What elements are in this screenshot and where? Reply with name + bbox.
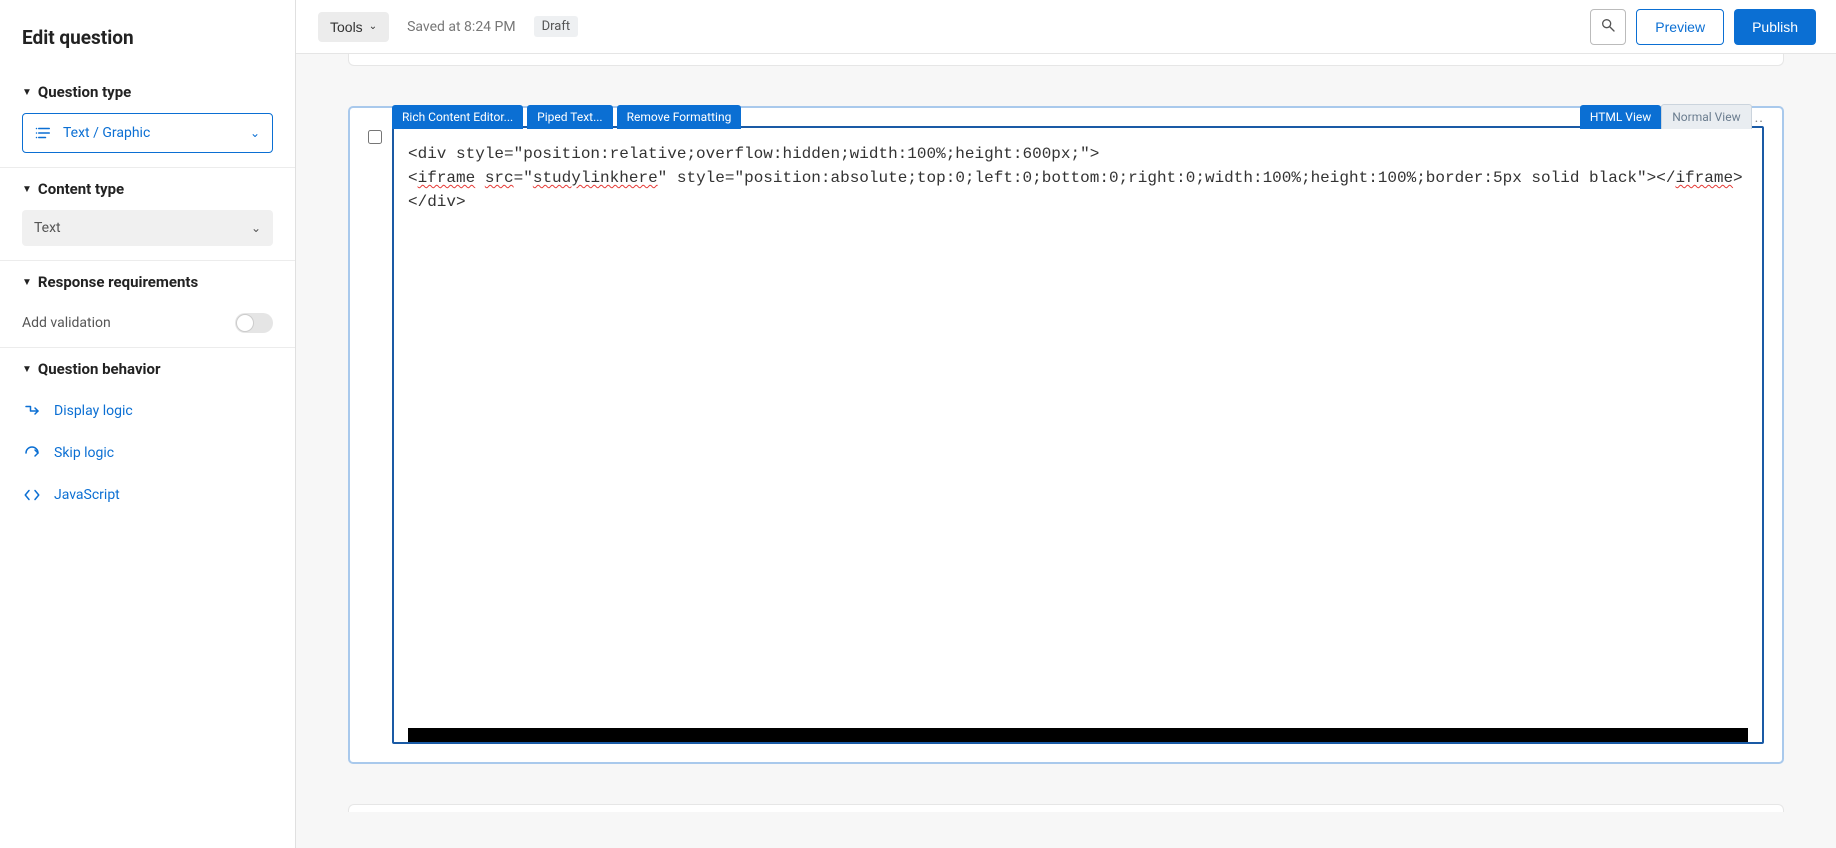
question-type-select[interactable]: Text / Graphic ⌄ [22, 113, 273, 153]
editor-frame: Rich Content Editor... Piped Text... Rem… [392, 126, 1764, 744]
page-title: Edit question [0, 26, 295, 71]
question-behavior-label: Question behavior [38, 360, 161, 378]
chevron-down-icon: ⌄ [369, 21, 377, 32]
editor-tabs: Rich Content Editor... Piped Text... Rem… [392, 104, 1764, 129]
add-validation-label: Add validation [22, 315, 111, 331]
code-text: > [1733, 169, 1743, 187]
code-text: iframe [1675, 169, 1733, 187]
skip-icon [22, 444, 42, 462]
content-type-heading[interactable]: ▼ Content type [22, 168, 273, 210]
content-type-select[interactable]: Text ⌄ [22, 210, 273, 246]
tab-rich-content-editor[interactable]: Rich Content Editor... [392, 105, 523, 129]
text-graphic-icon [35, 124, 53, 142]
toggle-knob [236, 314, 254, 332]
code-text: iframe [418, 169, 476, 187]
draft-badge: Draft [534, 16, 579, 37]
behavior-item-label: Display logic [54, 403, 133, 419]
code-text: src [485, 169, 514, 187]
question-behavior-heading[interactable]: ▼ Question behavior [22, 348, 273, 390]
chevron-down-icon: ▼ [22, 184, 32, 195]
question-card[interactable]: Rich Content Editor... Piped Text... Rem… [348, 106, 1784, 764]
publish-button[interactable]: Publish [1734, 9, 1816, 45]
code-text: =" [514, 169, 533, 187]
tools-button[interactable]: Tools ⌄ [318, 12, 389, 42]
chevron-down-icon: ⌄ [251, 221, 261, 235]
code-text: < [408, 169, 418, 187]
content-type-value: Text [34, 220, 61, 236]
chevron-down-icon: ▼ [22, 87, 32, 98]
branch-icon [22, 402, 42, 420]
code-text [475, 169, 485, 187]
code-text: " style="position:absolute;top:0;left:0;… [658, 169, 1676, 187]
question-select-checkbox[interactable] [368, 130, 382, 144]
add-validation-toggle[interactable] [235, 313, 273, 333]
display-logic-link[interactable]: Display logic [22, 390, 273, 432]
saved-text: Saved at 8:24 PM [407, 19, 516, 35]
canvas: Rich Content Editor... Piped Text... Rem… [296, 54, 1836, 848]
chevron-down-icon: ▼ [22, 277, 32, 288]
more-icon[interactable]: .. [1752, 110, 1764, 129]
behavior-item-label: Skip logic [54, 445, 114, 461]
javascript-link[interactable]: JavaScript [22, 474, 273, 516]
chevron-down-icon: ⌄ [250, 126, 260, 140]
question-type-value: Text / Graphic [63, 125, 150, 141]
toolbar: Tools ⌄ Saved at 8:24 PM Draft Preview P… [296, 0, 1836, 54]
black-bar [408, 728, 1748, 742]
chevron-down-icon: ▼ [22, 364, 32, 375]
code-text: studylinkhere [533, 169, 658, 187]
tab-piped-text[interactable]: Piped Text... [527, 105, 612, 129]
main-area: Tools ⌄ Saved at 8:24 PM Draft Preview P… [296, 0, 1836, 848]
next-question-card[interactable] [348, 804, 1784, 812]
preview-button[interactable]: Preview [1636, 9, 1724, 45]
tab-html-view[interactable]: HTML View [1580, 105, 1661, 129]
search-icon [1600, 17, 1616, 36]
sidebar: Edit question ▼ Question type [0, 0, 296, 848]
code-editor[interactable]: <div style="position:relative;overflow:h… [394, 128, 1762, 728]
tab-normal-view[interactable]: Normal View [1661, 104, 1751, 129]
tab-remove-formatting[interactable]: Remove Formatting [617, 105, 742, 129]
previous-question-card[interactable] [348, 54, 1784, 66]
behavior-item-label: JavaScript [54, 487, 120, 503]
content-type-label: Content type [38, 180, 124, 198]
skip-logic-link[interactable]: Skip logic [22, 432, 273, 474]
question-type-label: Question type [38, 83, 131, 101]
code-text: </div> [408, 193, 466, 211]
tools-label: Tools [330, 19, 363, 35]
response-requirements-heading[interactable]: ▼ Response requirements [22, 261, 273, 303]
code-text: <div style="position:relative;overflow:h… [408, 145, 1099, 163]
question-type-heading[interactable]: ▼ Question type [22, 71, 273, 113]
search-button[interactable] [1590, 9, 1626, 45]
code-icon [22, 486, 42, 504]
response-requirements-label: Response requirements [38, 273, 198, 291]
